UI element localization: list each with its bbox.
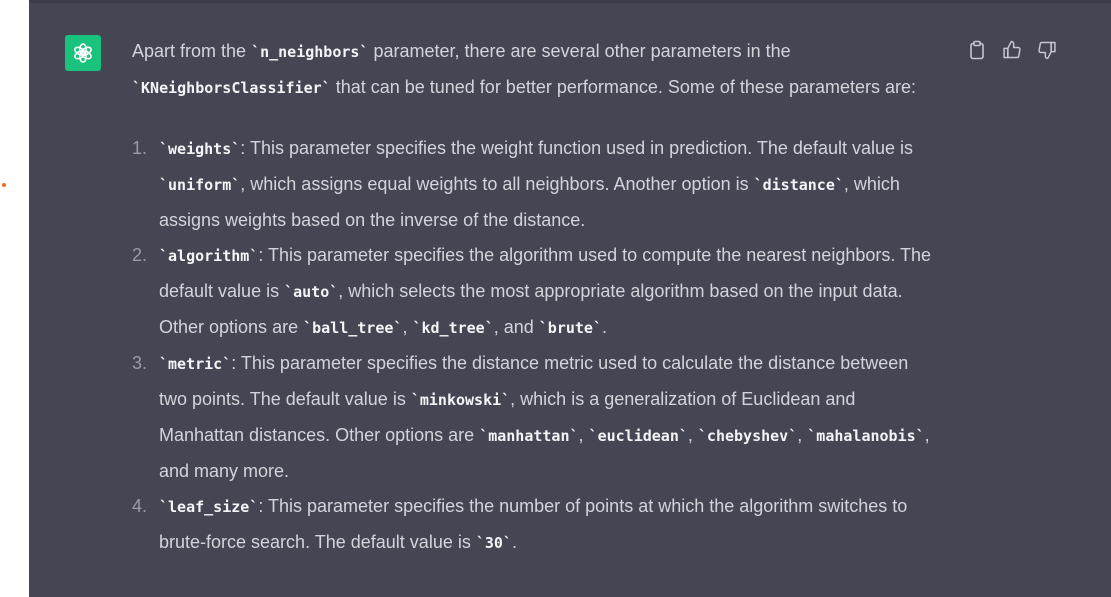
gutter-marker	[2, 183, 6, 187]
inline-code: `chebyshev`	[697, 427, 798, 445]
openai-logo-icon	[74, 43, 92, 63]
list-number: 4.	[132, 496, 148, 516]
inline-code: `distance`	[753, 176, 844, 194]
divider	[29, 0, 1111, 3]
inline-code: `ball_tree`	[303, 319, 403, 337]
inline-code: `kd_tree`	[412, 319, 494, 337]
thumbs-down-icon	[1038, 41, 1056, 60]
list-number: 2.	[132, 245, 148, 265]
thumbs-up-button[interactable]	[999, 38, 1025, 62]
list-number: 1.	[132, 138, 148, 158]
inline-code: `uniform`	[159, 176, 241, 194]
thumbs-up-icon	[1003, 40, 1021, 59]
thumbs-down-button[interactable]	[1034, 38, 1060, 62]
inline-code: `euclidean`	[588, 427, 688, 445]
intro-paragraph: Apart from the `n_neighbors` parameter, …	[132, 41, 917, 97]
parameter-list: 1. `weights`: This parameter specifies th…	[132, 131, 932, 561]
list-item: 2. `algorithm`: This parameter specifies …	[132, 238, 932, 346]
inline-code: `metric`	[159, 355, 232, 373]
list-number: 3.	[132, 353, 148, 373]
inline-code: `mahalanobis`	[807, 427, 925, 445]
assistant-message: Apart from the `n_neighbors` parameter, …	[29, 0, 1111, 597]
inline-code: `weights`	[159, 140, 241, 158]
left-gutter	[0, 0, 29, 597]
message-actions	[964, 38, 1060, 62]
inline-code: `manhattan`	[479, 427, 579, 445]
inline-code: `minkowski`	[410, 391, 511, 409]
inline-code: `brute`	[538, 319, 602, 337]
inline-code: `30`	[475, 534, 512, 552]
inline-code: `leaf_size`	[159, 498, 259, 516]
message-content: Apart from the `n_neighbors` parameter, …	[132, 34, 932, 561]
assistant-avatar	[65, 35, 101, 71]
list-item: 1. `weights`: This parameter specifies th…	[132, 131, 932, 238]
inline-code: `KNeighborsClassifier`	[132, 79, 331, 97]
list-item: 4. `leaf_size`: This parameter specifies …	[132, 489, 932, 561]
inline-code: `algorithm`	[159, 247, 259, 265]
inline-code: `auto`	[284, 283, 339, 301]
clipboard-icon	[970, 40, 984, 60]
inline-code: `n_neighbors`	[251, 43, 369, 61]
list-item: 3. `metric`: This parameter specifies the…	[132, 346, 932, 489]
copy-button[interactable]	[964, 38, 990, 62]
